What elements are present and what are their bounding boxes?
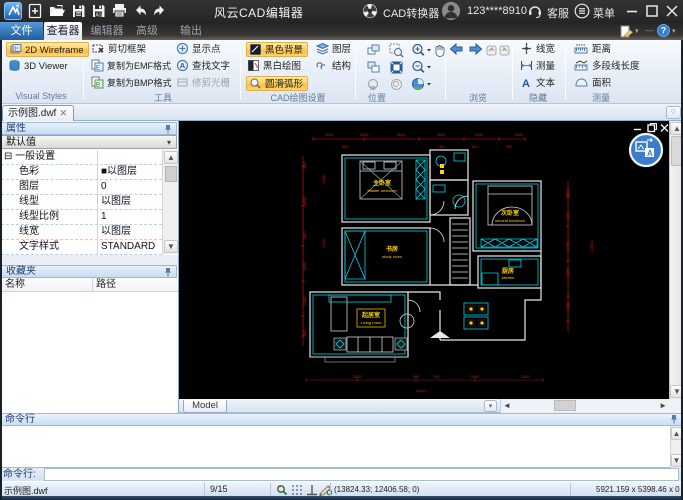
svg-text:书房: 书房 — [386, 245, 398, 253]
svg-text:second bedroom: second bedroom — [495, 218, 525, 223]
svg-text:AS: AS — [96, 13, 103, 19]
svg-text:900: 900 — [342, 144, 349, 149]
svg-text:1200: 1200 — [565, 301, 570, 311]
svg-text:study room: study room — [382, 254, 402, 259]
svg-text:3000: 3000 — [515, 132, 525, 137]
svg-text:1630: 1630 — [321, 174, 326, 184]
svg-text:2410: 2410 — [321, 238, 326, 248]
svg-text:2400: 2400 — [475, 132, 485, 137]
svg-text:?: ? — [661, 26, 667, 36]
svg-text:1800: 1800 — [437, 132, 447, 137]
svg-text:2180: 2180 — [325, 132, 335, 137]
svg-text:厨房: 厨房 — [502, 267, 514, 275]
svg-text:B: B — [96, 83, 100, 89]
svg-text:900: 900 — [506, 144, 513, 149]
svg-text:35: 35 — [370, 86, 376, 92]
svg-text:Master bedroom: Master bedroom — [367, 188, 397, 193]
svg-text:760: 760 — [433, 374, 440, 379]
svg-text:3600: 3600 — [397, 132, 407, 137]
svg-text:E: E — [96, 66, 100, 72]
svg-text:1500: 1500 — [360, 132, 370, 137]
svg-text:次卧室: 次卧室 — [501, 209, 519, 217]
svg-text:A: A — [180, 61, 186, 70]
svg-text:3300: 3300 — [353, 374, 363, 379]
svg-text:820: 820 — [472, 144, 479, 149]
svg-text:10620: 10620 — [589, 240, 594, 252]
svg-text:2370: 2370 — [565, 268, 570, 278]
svg-text:A: A — [522, 78, 530, 89]
svg-text:900: 900 — [413, 374, 420, 379]
svg-text:Living room: Living room — [361, 320, 382, 325]
svg-text:kitchen: kitchen — [502, 275, 515, 280]
svg-text:1740: 1740 — [565, 241, 570, 251]
svg-text:起居室: 起居室 — [361, 311, 380, 319]
svg-text:760: 760 — [438, 144, 445, 149]
svg-text:900: 900 — [565, 212, 570, 219]
svg-text:A: A — [647, 149, 653, 158]
svg-text:2600: 2600 — [471, 374, 481, 379]
svg-text:主卧室: 主卧室 — [373, 179, 391, 187]
svg-text:10620: 10620 — [415, 388, 427, 393]
svg-text:2400: 2400 — [521, 374, 531, 379]
